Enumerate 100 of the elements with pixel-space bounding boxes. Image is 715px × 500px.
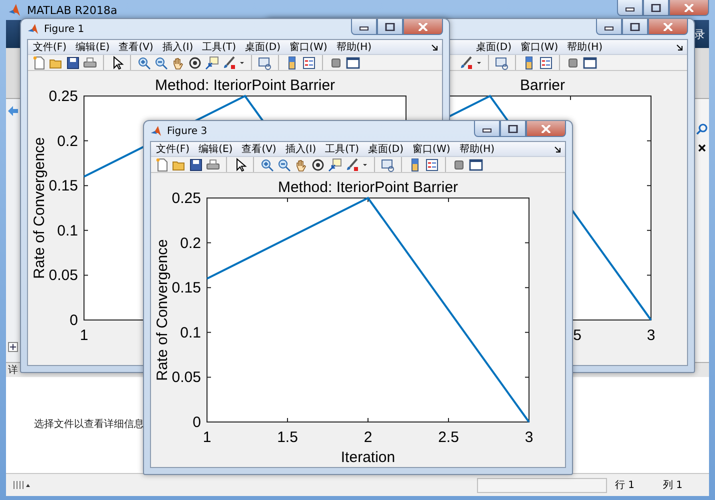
menu-item[interactable]: 窗口(W) — [290, 40, 328, 54]
rotate-icon[interactable] — [188, 56, 202, 70]
y-tick-label: 0.2 — [180, 234, 201, 252]
dock-icon[interactable] — [676, 44, 683, 51]
x-tick-label: 5 — [573, 327, 582, 344]
window-icon[interactable] — [469, 158, 483, 172]
y-axis-label: Rate of Convergence — [31, 137, 48, 279]
new-file-icon[interactable] — [32, 56, 46, 70]
minimize-button[interactable] — [474, 121, 500, 137]
menu-item[interactable]: 桌面(D) — [245, 40, 281, 54]
window-icon[interactable] — [583, 56, 597, 70]
menu-item[interactable]: 帮助(H) — [567, 40, 603, 54]
close-button[interactable] — [526, 121, 566, 137]
hand-icon[interactable] — [294, 158, 308, 172]
maximize-button[interactable] — [643, 0, 669, 16]
dock-icon[interactable] — [554, 146, 561, 153]
menu-item[interactable]: 帮助(H) — [336, 40, 372, 54]
new-file-icon[interactable] — [155, 158, 169, 172]
x-tick-label: 2 — [364, 429, 372, 446]
menu-item[interactable]: 桌面(D) — [476, 40, 512, 54]
y-tick-label: 0.15 — [48, 178, 78, 195]
y-tick-label: 0.2 — [57, 132, 78, 150]
y-tick-label: 0.1 — [57, 222, 78, 240]
menu-item[interactable]: 插入(I) — [162, 40, 194, 54]
minimize-button[interactable] — [351, 19, 377, 35]
legend-icon[interactable] — [302, 56, 316, 70]
y-tick-label: 0.25 — [172, 190, 201, 207]
search-icon[interactable] — [696, 123, 708, 135]
menu-item[interactable]: 编辑(E) — [76, 40, 110, 54]
y-tick-label: 0.05 — [48, 267, 78, 284]
brush-icon[interactable] — [459, 56, 473, 70]
details-label: 详 — [8, 364, 18, 377]
brush-icon[interactable] — [345, 158, 359, 172]
rotate-icon[interactable] — [311, 158, 325, 172]
save-icon[interactable] — [189, 158, 203, 172]
hand-icon[interactable] — [171, 56, 185, 70]
minimize-button[interactable] — [596, 19, 622, 35]
y-tick-label: 0.25 — [48, 88, 78, 105]
close-button[interactable] — [648, 19, 688, 35]
chart-title: Method: IteriorPoint Barrier — [278, 179, 458, 196]
close-icon[interactable] — [697, 143, 707, 153]
zoom-in-icon[interactable] — [260, 158, 274, 172]
link-plot-icon[interactable] — [381, 158, 395, 172]
x-tick-label: 1 — [80, 327, 88, 344]
chart-title: Method: IteriorPoint Barrier — [154, 77, 336, 94]
zoom-out-icon[interactable] — [277, 158, 291, 172]
maximize-icon — [385, 22, 395, 30]
square-icon[interactable] — [566, 56, 580, 70]
chart-title: Barrier — [520, 77, 565, 94]
grip-icon — [12, 480, 30, 490]
x-tick-label: 1 — [202, 429, 212, 446]
brush-icon[interactable] — [222, 56, 236, 70]
link-plot-icon[interactable] — [495, 56, 509, 70]
matlab-logo-icon — [27, 23, 39, 35]
link-plot-icon[interactable] — [258, 56, 272, 70]
details-message: 选择文件以查看详细信息 — [34, 418, 144, 432]
window-icon[interactable] — [346, 56, 360, 70]
menu-item[interactable]: 工具(T) — [325, 142, 360, 156]
square-icon[interactable] — [329, 56, 343, 70]
close-button[interactable] — [669, 0, 709, 16]
printer-icon[interactable] — [206, 158, 220, 172]
menu-item[interactable]: 查看(V) — [242, 142, 276, 156]
close-button[interactable] — [403, 19, 443, 35]
window-title: Figure 3 — [167, 126, 208, 136]
maximize-icon — [508, 124, 518, 132]
maximize-button[interactable] — [500, 121, 526, 137]
menu-item[interactable]: 窗口(W) — [412, 142, 450, 156]
menu-item[interactable]: 文件(F) — [33, 40, 67, 54]
y-axis-label: Rate of Convergence — [154, 239, 171, 381]
back-arrow-icon[interactable] — [7, 105, 19, 117]
printer-icon[interactable] — [83, 56, 97, 70]
maximize-button[interactable] — [622, 19, 648, 35]
menu-item[interactable]: 查看(V) — [118, 40, 154, 54]
y-tick-label: 0 — [192, 414, 201, 431]
x-tick-label: 2.5 — [438, 429, 459, 446]
menu-item[interactable]: 文件(F) — [156, 142, 190, 156]
square-icon[interactable] — [452, 158, 466, 172]
x-tick-label: 1.5 — [277, 429, 298, 446]
legend-icon[interactable] — [539, 56, 553, 70]
zoom-out-icon[interactable] — [154, 56, 168, 70]
menu-item[interactable]: 帮助(H) — [459, 142, 495, 156]
data-cursor-icon[interactable] — [328, 158, 342, 172]
menu-item[interactable]: 桌面(D) — [368, 142, 404, 156]
menu-item[interactable]: 插入(I) — [285, 142, 316, 156]
maximize-icon — [630, 22, 640, 30]
save-icon[interactable] — [66, 56, 80, 70]
y-tick-label: 0.15 — [172, 280, 201, 297]
maximize-button[interactable] — [377, 19, 403, 35]
dock-icon[interactable] — [431, 44, 438, 51]
legend-icon[interactable] — [425, 158, 439, 172]
data-cursor-icon[interactable] — [205, 56, 219, 70]
y-tick-label: 0.1 — [180, 324, 201, 342]
minimize-button[interactable] — [617, 0, 643, 16]
expand-icon[interactable] — [8, 342, 18, 352]
menu-item[interactable]: 窗口(W) — [520, 40, 558, 54]
zoom-in-icon[interactable] — [137, 56, 151, 70]
column-indicator: 列 1 — [663, 479, 684, 492]
menu-item[interactable]: 工具(T) — [202, 40, 236, 54]
matlab-logo-icon — [150, 125, 162, 137]
menu-item[interactable]: 编辑(E) — [198, 142, 233, 156]
